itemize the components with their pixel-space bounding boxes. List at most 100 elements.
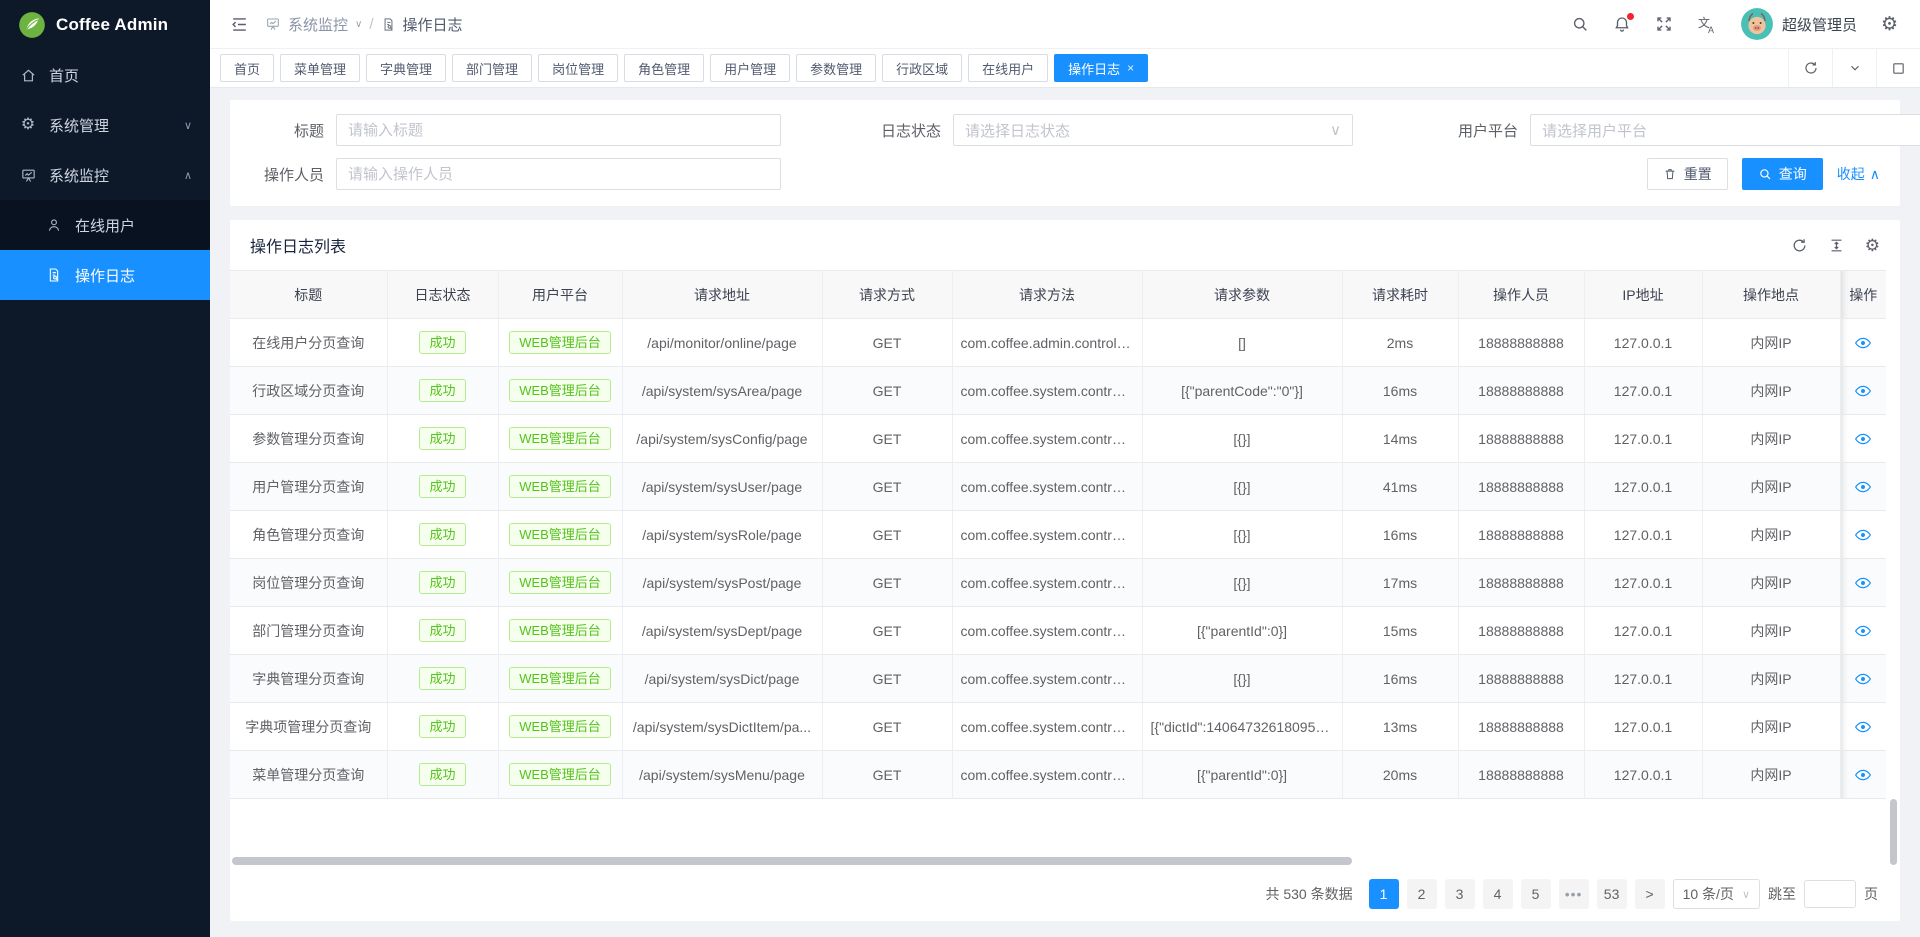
sidebar-item-system-manage[interactable]: ⚙ 系统管理 ∨	[0, 100, 210, 150]
view-detail-eye-icon[interactable]	[1854, 766, 1872, 784]
cell-request-func: com.coffee.system.controlle...	[952, 367, 1142, 415]
next-page-button[interactable]: >	[1635, 879, 1665, 909]
platform-badge: WEB管理后台	[509, 763, 611, 786]
page-size-select[interactable]: 10 条/页 ∨	[1673, 879, 1760, 909]
tab-dict-manage[interactable]: 字典管理	[366, 54, 446, 82]
row-height-icon[interactable]	[1828, 237, 1845, 254]
view-detail-eye-icon[interactable]	[1854, 382, 1872, 400]
title-input[interactable]	[336, 114, 781, 146]
translate-icon[interactable]: 文A	[1697, 14, 1717, 34]
cell-request-func: com.coffee.system.controlle...	[952, 559, 1142, 607]
chevron-down-icon: ∨	[1742, 888, 1750, 901]
collapse-link[interactable]: 收起 ∧	[1837, 164, 1880, 184]
tab-operation-log[interactable]: 操作日志 ×	[1054, 54, 1148, 82]
view-detail-eye-icon[interactable]	[1854, 670, 1872, 688]
tab-role-manage[interactable]: 角色管理	[624, 54, 704, 82]
refresh-icon[interactable]	[1788, 49, 1832, 87]
cell-actions	[1840, 511, 1886, 559]
jump-unit: 页	[1864, 884, 1878, 904]
view-detail-eye-icon[interactable]	[1854, 574, 1872, 592]
cell-location: 内网IP	[1702, 703, 1840, 751]
cell-duration: 16ms	[1342, 511, 1458, 559]
user-menu[interactable]: 超级管理员	[1741, 8, 1857, 40]
status-badge: 成功	[419, 667, 465, 690]
cell-request-params: [{}]	[1142, 559, 1342, 607]
breadcrumb-current: 操作日志	[403, 14, 463, 35]
tab-post-manage[interactable]: 岗位管理	[538, 54, 618, 82]
sidebar-item-online-users[interactable]: 在线用户	[0, 200, 210, 250]
cell-location: 内网IP	[1702, 319, 1840, 367]
view-detail-eye-icon[interactable]	[1854, 718, 1872, 736]
close-icon[interactable]: ×	[1127, 61, 1134, 75]
platform-badge: WEB管理后台	[509, 571, 611, 594]
view-detail-eye-icon[interactable]	[1854, 334, 1872, 352]
col-header: 请求耗时	[1342, 271, 1458, 319]
cell-request-method: GET	[822, 319, 952, 367]
page-button-5[interactable]: 5	[1521, 879, 1551, 909]
col-header: 操作人员	[1458, 271, 1584, 319]
sidebar-item-home[interactable]: 首页	[0, 50, 210, 100]
tab-param-manage[interactable]: 参数管理	[796, 54, 876, 82]
cell-location: 内网IP	[1702, 511, 1840, 559]
view-detail-eye-icon[interactable]	[1854, 430, 1872, 448]
cell-operator: 18888888888	[1458, 751, 1584, 799]
col-header: 请求参数	[1142, 271, 1342, 319]
status-badge: 成功	[419, 763, 465, 786]
title-input-inner[interactable]	[348, 122, 769, 139]
search-icon[interactable]	[1571, 15, 1589, 33]
view-detail-eye-icon[interactable]	[1854, 526, 1872, 544]
page-button-1[interactable]: 1	[1369, 879, 1399, 909]
main-area: 系统监控 ∨ / 操作日志 文A	[210, 0, 1920, 937]
tab-online-users[interactable]: 在线用户	[968, 54, 1048, 82]
bell-icon[interactable]	[1613, 15, 1631, 33]
select-placeholder: 请选择用户平台	[1542, 120, 1647, 141]
chevron-down-icon: ∨	[184, 119, 192, 132]
cell-operator: 18888888888	[1458, 511, 1584, 559]
cell-ip: 127.0.0.1	[1584, 607, 1702, 655]
refresh-icon[interactable]	[1791, 237, 1808, 254]
sidebar-item-system-monitor[interactable]: 系统监控 ∧	[0, 150, 210, 200]
platform-select[interactable]: 请选择用户平台 ∨	[1530, 114, 1920, 146]
platform-badge: WEB管理后台	[509, 667, 611, 690]
breadcrumb-section[interactable]: 系统监控	[288, 14, 348, 35]
cell-location: 内网IP	[1702, 559, 1840, 607]
cell-log-status: 成功	[387, 559, 498, 607]
reset-button[interactable]: 重置	[1647, 158, 1728, 190]
field-label: 操作人员	[250, 164, 336, 185]
page-ellipsis[interactable]: •••	[1559, 879, 1589, 909]
cell-title: 字典项管理分页查询	[230, 703, 387, 751]
tabs: 首页 菜单管理 字典管理 部门管理 岗位管理 角色管理 用户管理 参数管理 行政…	[220, 54, 1148, 82]
maximize-icon[interactable]	[1876, 49, 1920, 87]
log-status-select[interactable]: 请选择日志状态 ∨	[953, 114, 1353, 146]
operator-input[interactable]	[336, 158, 781, 190]
vertical-scrollbar[interactable]	[1890, 799, 1897, 865]
page-button-2[interactable]: 2	[1407, 879, 1437, 909]
chevron-down-icon[interactable]	[1832, 49, 1876, 87]
jump-input[interactable]	[1804, 880, 1856, 908]
search-button[interactable]: 查询	[1742, 158, 1823, 190]
view-detail-eye-icon[interactable]	[1854, 622, 1872, 640]
tab-home[interactable]: 首页	[220, 54, 274, 82]
tab-area[interactable]: 行政区域	[882, 54, 962, 82]
view-detail-eye-icon[interactable]	[1854, 478, 1872, 496]
page-button-4[interactable]: 4	[1483, 879, 1513, 909]
home-icon	[18, 67, 38, 84]
page-button-53[interactable]: 53	[1597, 879, 1627, 909]
gear-icon[interactable]: ⚙	[1881, 15, 1898, 34]
status-badge: 成功	[419, 571, 465, 594]
log-icon	[44, 267, 64, 283]
cell-request-method: GET	[822, 463, 952, 511]
tab-user-manage[interactable]: 用户管理	[710, 54, 790, 82]
sidebar-item-operation-log[interactable]: 操作日志	[0, 250, 210, 300]
filter-field-operator: 操作人员	[250, 158, 781, 190]
fullscreen-icon[interactable]	[1655, 15, 1673, 33]
settings-icon[interactable]: ⚙	[1865, 237, 1880, 254]
horizontal-scrollbar[interactable]	[232, 857, 1352, 865]
operator-input-inner[interactable]	[348, 166, 769, 183]
cell-request-method: GET	[822, 607, 952, 655]
tab-dept-manage[interactable]: 部门管理	[452, 54, 532, 82]
cell-ip: 127.0.0.1	[1584, 703, 1702, 751]
page-button-3[interactable]: 3	[1445, 879, 1475, 909]
tab-menu-manage[interactable]: 菜单管理	[280, 54, 360, 82]
menu-fold-icon[interactable]	[230, 15, 249, 34]
